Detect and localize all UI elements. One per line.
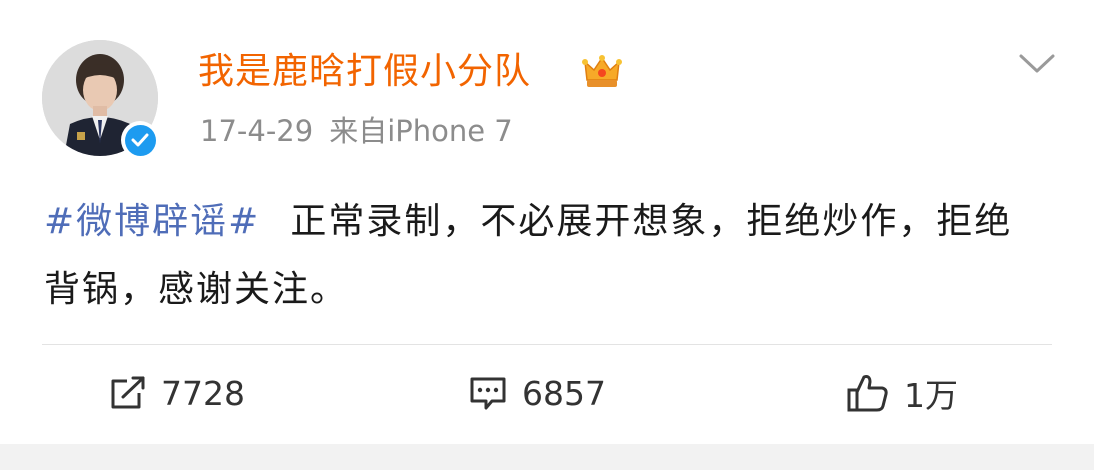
chevron-down-icon[interactable] bbox=[1018, 52, 1056, 76]
hashtag-link[interactable]: #微博辟谣# bbox=[44, 201, 260, 242]
post-content: #微博辟谣# 正常录制，不必展开想象，拒绝炒作，拒绝背锅，感谢关注。 bbox=[44, 188, 1044, 324]
repost-icon bbox=[111, 376, 145, 409]
verified-badge-icon bbox=[124, 124, 156, 156]
like-button[interactable]: 1万 bbox=[846, 368, 958, 418]
comment-count: 6857 bbox=[522, 373, 606, 413]
thumbs-up-icon bbox=[847, 375, 888, 412]
repost-count: 7728 bbox=[161, 373, 245, 413]
bottom-strip bbox=[0, 444, 1094, 470]
comment-button[interactable]: 6857 bbox=[468, 368, 606, 418]
like-count: 1万 bbox=[904, 376, 958, 415]
source-prefix: 来自 bbox=[329, 114, 388, 148]
verified-badge bbox=[121, 121, 159, 159]
repost-button[interactable]: 7728 bbox=[107, 368, 245, 418]
crown-badge-icon[interactable] bbox=[581, 50, 623, 92]
post-date[interactable]: 17-4-29 bbox=[200, 114, 313, 148]
comment-icon bbox=[470, 377, 506, 410]
weibo-post-card: 我是鹿晗打假小分队 17-4-29 来自iPhone 7 #微博辟谣# 正常录制，不… bbox=[0, 0, 1094, 470]
username[interactable]: 我是鹿晗打假小分队 bbox=[198, 48, 531, 96]
post-meta: 17-4-29 来自iPhone 7 bbox=[200, 111, 513, 151]
source-device: iPhone 7 bbox=[387, 114, 513, 148]
divider bbox=[42, 344, 1052, 345]
